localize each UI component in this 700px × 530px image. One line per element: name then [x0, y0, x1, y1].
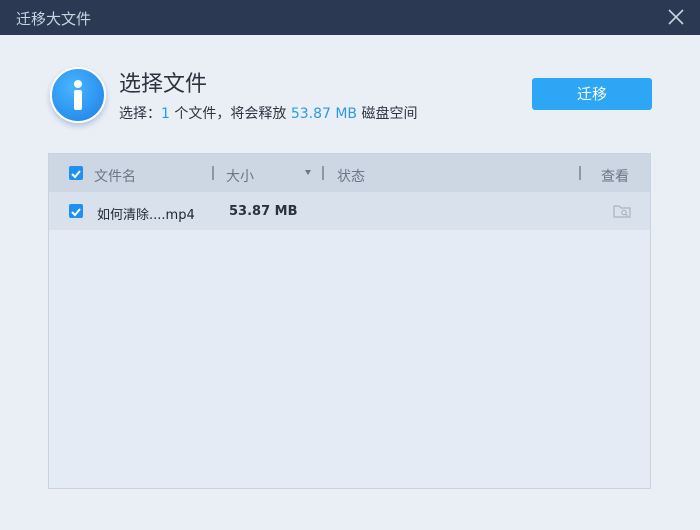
table-row[interactable]: 如何清除....mp4 53.87 MB: [49, 192, 650, 230]
migrate-button[interactable]: 迁移: [532, 78, 652, 110]
close-button[interactable]: [666, 7, 686, 27]
column-header-status[interactable]: 状态: [337, 166, 365, 186]
file-table: 文件名 大小 状态 查看 如何清除....mp4 53.87 MB: [48, 153, 651, 489]
folder-view-icon[interactable]: [613, 203, 631, 222]
sort-down-icon[interactable]: [305, 170, 311, 175]
summary-mid: 个文件，将会释放: [169, 106, 291, 122]
column-header-name[interactable]: 文件名: [94, 166, 136, 186]
titlebar: 迁移大文件: [0, 0, 700, 35]
window-title: 迁移大文件: [16, 10, 92, 28]
info-icon: [50, 67, 106, 123]
column-divider[interactable]: [322, 166, 324, 180]
selected-count: 1: [161, 106, 170, 122]
file-name: 如何清除....mp4: [97, 208, 195, 223]
column-divider[interactable]: [579, 166, 581, 180]
migrate-large-files-window: 迁移大文件 选择文件 选择：1 个文件，将会释放 53.87 MB 磁盘空间 迁…: [0, 0, 700, 530]
summary-suffix: 磁盘空间: [357, 106, 418, 122]
summary-prefix: 选择：: [119, 106, 161, 122]
column-header-size[interactable]: 大小: [226, 166, 254, 186]
column-divider[interactable]: [212, 166, 214, 180]
check-icon: [71, 208, 81, 217]
page-title: 选择文件: [119, 72, 208, 97]
table-header: 文件名 大小 状态 查看: [49, 154, 650, 192]
selection-summary: 选择：1 个文件，将会释放 53.87 MB 磁盘空间: [119, 103, 418, 123]
freed-size: 53.87 MB: [290, 106, 358, 122]
close-icon: [668, 9, 684, 25]
file-size: 53.87 MB: [229, 204, 298, 219]
select-all-checkbox[interactable]: [69, 166, 83, 180]
check-icon: [71, 170, 81, 179]
row-checkbox[interactable]: [69, 204, 83, 218]
column-header-view: 查看: [601, 169, 629, 185]
